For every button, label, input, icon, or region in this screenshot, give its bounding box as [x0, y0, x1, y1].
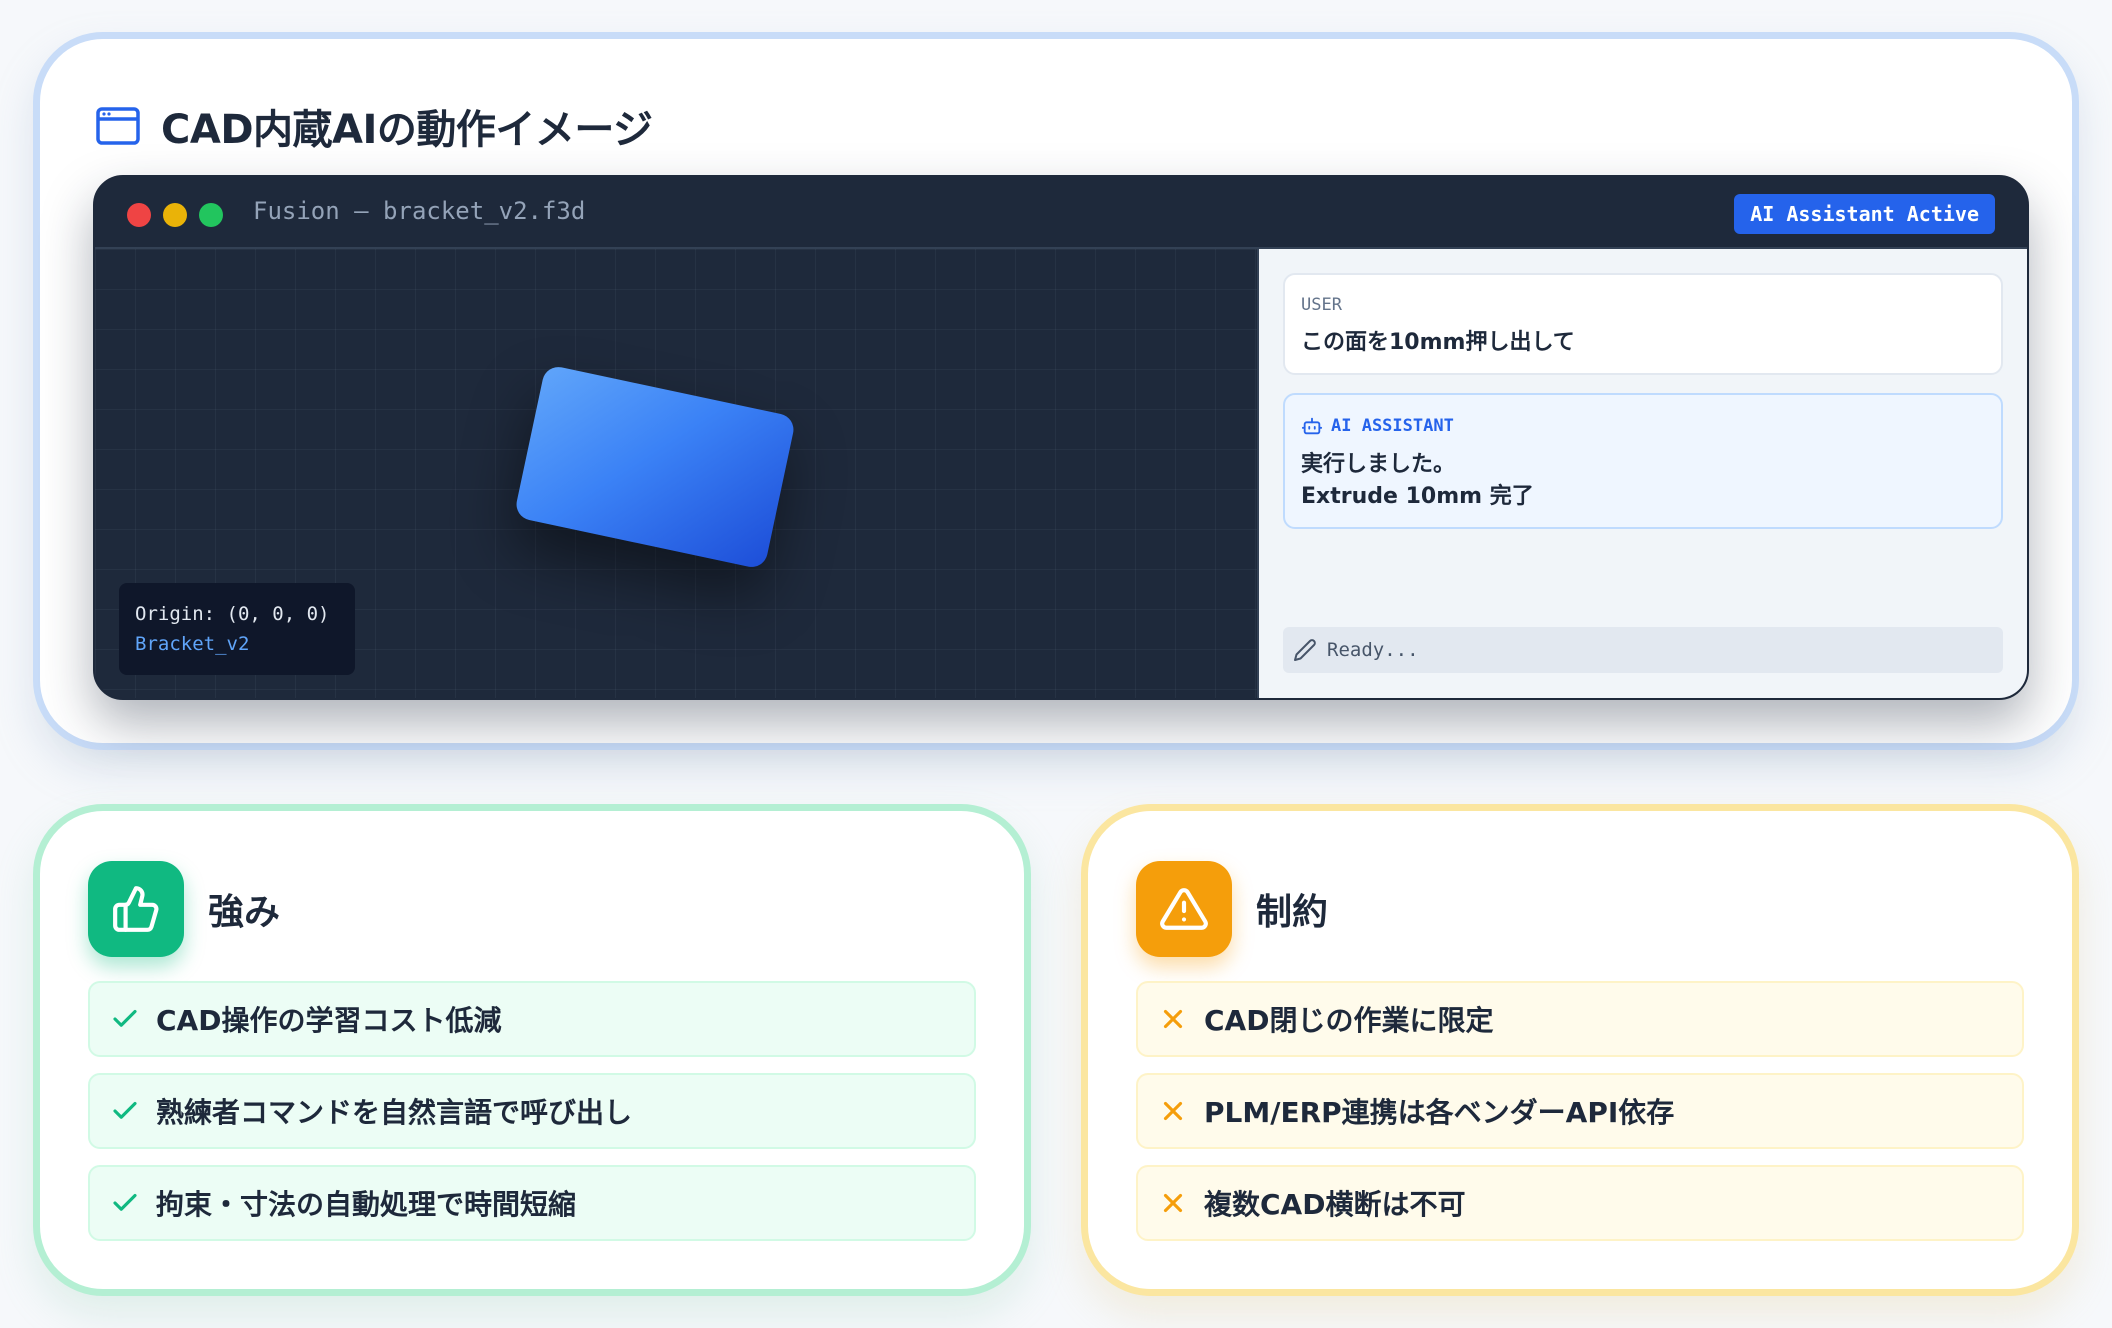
limits-title: 制約: [1256, 892, 1329, 933]
model-info-overlay: Origin: (0, 0, 0) Bracket_v2: [119, 583, 355, 675]
cad-app-window: Fusion — bracket_v2.f3d AI Assistant Act…: [93, 175, 2029, 700]
ai-status-badge: AI Assistant Active: [1734, 194, 1995, 234]
close-window-button[interactable]: [127, 203, 151, 227]
user-message: USER この面を10mm押し出して: [1283, 273, 2003, 375]
strength-item: CAD操作の学習コスト低減: [88, 981, 976, 1057]
limit-item: CAD閉じの作業に限定: [1136, 981, 2024, 1057]
strength-item: 拘束・寸法の自動処理で時間短縮: [88, 1165, 976, 1241]
page-title: CAD内蔵AIの動作イメージ: [161, 107, 653, 153]
x-icon: [1163, 1009, 1183, 1029]
chat-input-status: Ready...: [1327, 639, 1419, 661]
ai-role-label: AI ASSISTANT: [1331, 416, 1454, 436]
maximize-window-button[interactable]: [199, 203, 223, 227]
origin-label: Origin: (0, 0, 0): [135, 603, 330, 625]
limits-header: 制約: [1136, 861, 1328, 957]
cad-demo-card: CAD内蔵AIの動作イメージ Fusion — bracket_v2.f3d A…: [33, 32, 2079, 750]
bracket-model-shape[interactable]: [513, 364, 797, 570]
x-icon: [1163, 1193, 1183, 1213]
strength-item: 熟練者コマンドを自然言語で呼び出し: [88, 1073, 976, 1149]
strength-item-label: 拘束・寸法の自動処理で時間短縮: [156, 1188, 577, 1221]
strengths-header: 強み: [88, 861, 280, 957]
minimize-window-button[interactable]: [163, 203, 187, 227]
check-icon: [113, 1009, 137, 1027]
limits-icon-tile: [1136, 861, 1232, 957]
ai-chat-panel: USER この面を10mm押し出して AI ASSISTANT 実行しました。 …: [1257, 249, 2027, 698]
ai-message-line-2: Extrude 10mm 完了: [1301, 484, 1534, 509]
check-icon: [113, 1193, 137, 1211]
chat-input[interactable]: Ready...: [1283, 627, 2003, 673]
limit-item: PLM/ERP連携は各ベンダーAPI依存: [1136, 1073, 2024, 1149]
limits-card: 制約 CAD閉じの作業に限定 PLM/ERP連携は各ベンダーAPI依存 複数CA…: [1081, 804, 2079, 1296]
pencil-icon: [1294, 639, 1316, 661]
ai-message-text: 実行しました。 Extrude 10mm 完了: [1301, 449, 1985, 513]
strengths-title: 強み: [208, 892, 281, 933]
browser-window-icon: [96, 107, 140, 145]
robot-icon: [1301, 417, 1323, 435]
limit-item-label: CAD閉じの作業に限定: [1204, 1004, 1494, 1037]
section-title-row: CAD内蔵AIの動作イメージ: [95, 97, 653, 155]
strengths-card: 強み CAD操作の学習コスト低減 熟練者コマンドを自然言語で呼び出し 拘束・寸法…: [33, 804, 1031, 1296]
user-message-text: この面を10mm押し出して: [1301, 330, 1575, 355]
limit-item: 複数CAD横断は不可: [1136, 1165, 2024, 1241]
strength-item-label: 熟練者コマンドを自然言語で呼び出し: [156, 1096, 633, 1129]
limit-item-label: 複数CAD横断は不可: [1204, 1188, 1466, 1221]
strengths-list: CAD操作の学習コスト低減 熟練者コマンドを自然言語で呼び出し 拘束・寸法の自動…: [88, 981, 976, 1257]
strengths-icon-tile: [88, 861, 184, 957]
user-role-label: USER: [1301, 295, 1342, 315]
window-title: Fusion — bracket_v2.f3d: [253, 197, 586, 225]
ai-role-row: AI ASSISTANT: [1301, 415, 1985, 437]
x-icon: [1163, 1101, 1183, 1121]
3d-viewport[interactable]: Origin: (0, 0, 0) Bracket_v2: [95, 249, 1257, 698]
warning-icon: [1160, 888, 1208, 930]
strength-item-label: CAD操作の学習コスト低減: [156, 1004, 502, 1037]
limits-list: CAD閉じの作業に限定 PLM/ERP連携は各ベンダーAPI依存 複数CAD横断…: [1136, 981, 2024, 1257]
ai-message-line-1: 実行しました。: [1301, 452, 1456, 477]
thumbs-up-icon: [113, 886, 159, 932]
check-icon: [113, 1101, 137, 1119]
object-name-label: Bracket_v2: [135, 633, 250, 655]
limit-item-label: PLM/ERP連携は各ベンダーAPI依存: [1204, 1096, 1675, 1129]
ai-message: AI ASSISTANT 実行しました。 Extrude 10mm 完了: [1283, 393, 2003, 529]
window-titlebar: Fusion — bracket_v2.f3d AI Assistant Act…: [95, 177, 2027, 249]
